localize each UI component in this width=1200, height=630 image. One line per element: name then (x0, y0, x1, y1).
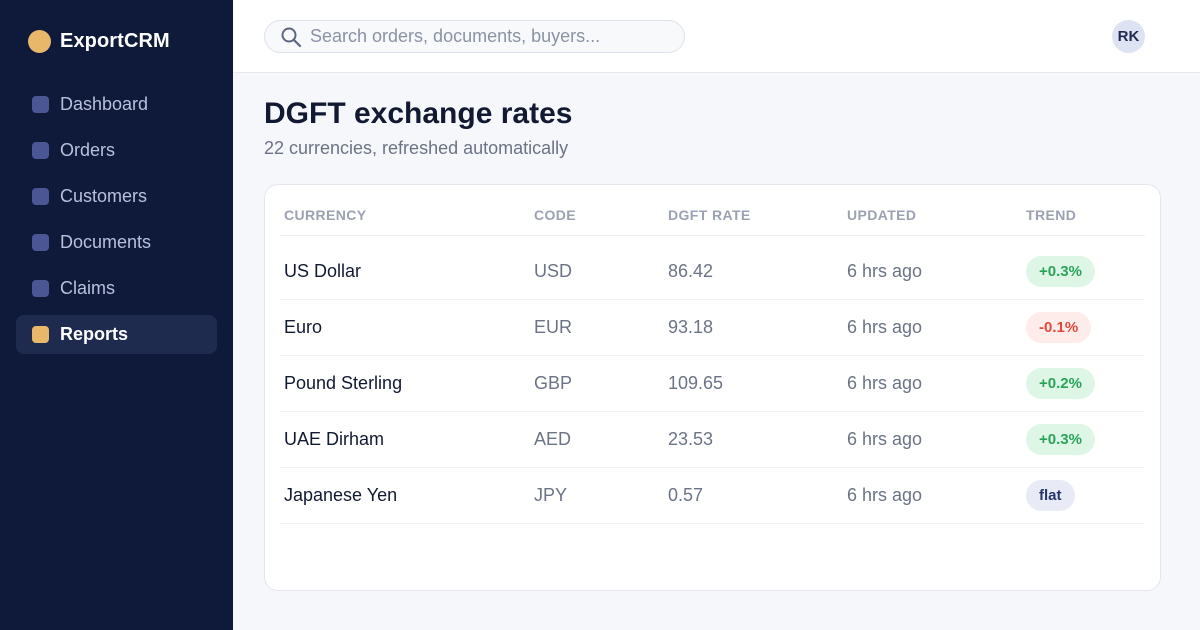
sidebar-item-label: Claims (60, 278, 116, 298)
dgft-rate: 93.18 (664, 299, 843, 356)
currency-code: USD (530, 235, 664, 300)
trend-cell: +0.2% (1022, 355, 1145, 412)
topbar: RK (233, 0, 1200, 73)
sidebar-item-label: Orders (60, 140, 116, 160)
dgft-rate: 0.57 (664, 467, 843, 524)
trend-cell: flat (1022, 467, 1145, 524)
currency-name: Euro (280, 299, 530, 356)
column-header-updated[interactable]: UPDATED (843, 195, 1022, 236)
currency-code: GBP (530, 355, 664, 412)
rates-table: CURRENCY CODE DGFT RATE UPDATED TREND US… (280, 195, 1145, 524)
customers-icon (32, 188, 49, 205)
trend-cell: +0.3% (1022, 235, 1145, 300)
trend-cell: -0.1% (1022, 299, 1145, 356)
reports-icon (32, 326, 49, 343)
sidebar-item-label: Documents (60, 232, 152, 252)
currency-code: JPY (530, 467, 664, 524)
dgft-rate: 109.65 (664, 355, 843, 412)
updated-time: 6 hrs ago (843, 235, 1022, 300)
currency-code: AED (530, 411, 664, 468)
trend-badge: +0.3% (1026, 423, 1095, 455)
documents-icon (32, 234, 49, 251)
column-header-currency[interactable]: CURRENCY (280, 195, 530, 236)
sidebar: ExportCRM Dashboard Orders Customers Doc… (0, 0, 233, 630)
table-row[interactable]: UAE Dirham AED 23.53 6 hrs ago +0.3% (280, 411, 1145, 468)
sidebar-item-reports[interactable]: Reports (16, 315, 217, 354)
trend-cell: +0.3% (1022, 411, 1145, 468)
currency-name: UAE Dirham (280, 411, 530, 468)
dashboard-icon (32, 96, 49, 113)
brand[interactable]: ExportCRM (28, 30, 170, 53)
search-icon (281, 27, 302, 47)
updated-time: 6 hrs ago (843, 355, 1022, 412)
table-header-row: CURRENCY CODE DGFT RATE UPDATED TREND (280, 195, 1145, 236)
column-header-rate[interactable]: DGFT RATE (664, 195, 843, 236)
sidebar-item-orders[interactable]: Orders (16, 131, 217, 170)
search-bar[interactable] (264, 20, 685, 53)
table-row[interactable]: Pound Sterling GBP 109.65 6 hrs ago +0.2… (280, 355, 1145, 412)
sidebar-item-label: Dashboard (60, 94, 149, 114)
updated-time: 6 hrs ago (843, 467, 1022, 524)
claims-icon (32, 280, 49, 297)
sidebar-item-label: Customers (60, 186, 148, 206)
sidebar-item-claims[interactable]: Claims (16, 269, 217, 308)
sidebar-item-documents[interactable]: Documents (16, 223, 217, 262)
sidebar-item-dashboard[interactable]: Dashboard (16, 85, 217, 124)
page-subtitle: 22 currencies, refreshed automatically (264, 138, 569, 158)
page-title: DGFT exchange rates (264, 97, 573, 130)
brand-name: ExportCRM (60, 30, 170, 52)
trend-badge: +0.2% (1026, 367, 1095, 399)
avatar[interactable]: RK (1112, 20, 1145, 53)
orders-icon (32, 142, 49, 159)
sidebar-nav: Dashboard Orders Customers Documents Cla… (16, 85, 217, 361)
currency-code: EUR (530, 299, 664, 356)
brand-logo-icon (28, 30, 51, 53)
trend-badge: flat (1026, 479, 1075, 511)
trend-badge: +0.3% (1026, 255, 1095, 287)
rates-card: CURRENCY CODE DGFT RATE UPDATED TREND US… (264, 184, 1161, 591)
table-row[interactable]: US Dollar USD 86.42 6 hrs ago +0.3% (280, 235, 1145, 300)
table-row[interactable]: Japanese Yen JPY 0.57 6 hrs ago flat (280, 467, 1145, 524)
dgft-rate: 86.42 (664, 235, 843, 300)
updated-time: 6 hrs ago (843, 299, 1022, 356)
currency-name: Japanese Yen (280, 467, 530, 524)
dgft-rate: 23.53 (664, 411, 843, 468)
column-header-code[interactable]: CODE (530, 195, 664, 236)
column-header-trend[interactable]: TREND (1022, 195, 1145, 236)
sidebar-item-label: Reports (60, 324, 129, 344)
table-row[interactable]: Euro EUR 93.18 6 hrs ago -0.1% (280, 299, 1145, 356)
currency-name: Pound Sterling (280, 355, 530, 412)
trend-badge: -0.1% (1026, 311, 1092, 343)
sidebar-item-customers[interactable]: Customers (16, 177, 217, 216)
currency-name: US Dollar (280, 235, 530, 300)
search-input[interactable] (310, 26, 670, 47)
updated-time: 6 hrs ago (843, 411, 1022, 468)
